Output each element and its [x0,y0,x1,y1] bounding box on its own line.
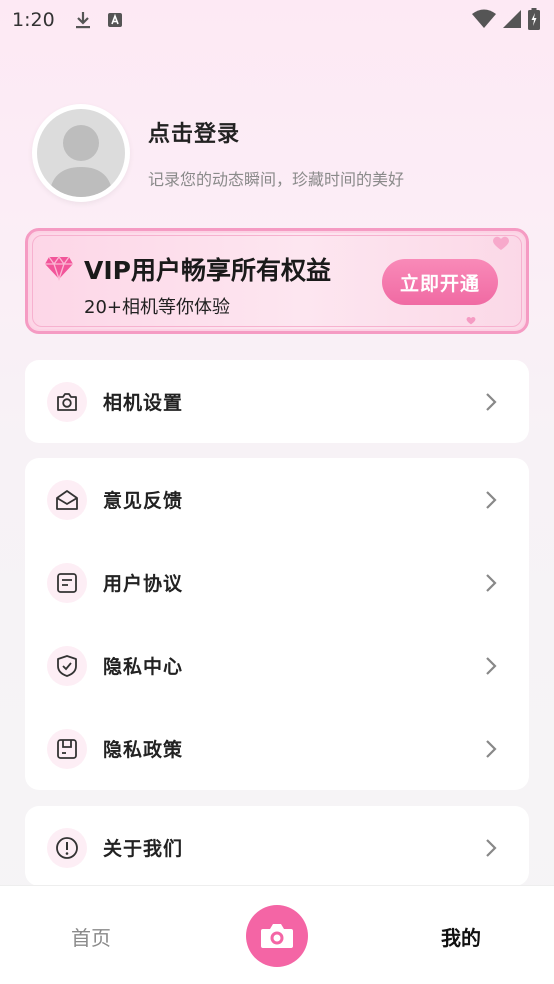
chevron-right-icon [486,839,497,857]
open-vip-button[interactable]: 立即开通 [382,259,498,305]
chevron-right-icon [486,491,497,509]
settings-card: 相机设置 [25,360,529,443]
envelope-open-icon [47,479,87,520]
status-time: 1:20 [12,9,55,31]
chevron-right-icon [486,574,497,592]
login-title[interactable]: 点击登录 [148,116,404,148]
menu-item-feedback[interactable]: 意见反馈 [25,458,529,541]
diamond-icon [45,255,73,281]
vip-title: VIP用户畅享所有权益 [84,256,331,285]
heart-decoration-icon [493,236,509,250]
bottom-tab-bar: 首页 我的 [0,885,554,984]
vip-banner[interactable]: VIP用户畅享所有权益 20+相机等你体验 立即开通 [25,228,529,334]
tab-home[interactable]: 首页 [71,922,111,951]
tab-mine[interactable]: 我的 [441,922,481,951]
heart-decoration-icon [466,317,476,325]
menu-item-label: 相机设置 [103,392,184,414]
menu-item-about-us[interactable]: 关于我们 [25,806,529,889]
menu-item-camera-settings[interactable]: 相机设置 [25,360,529,443]
about-card: 关于我们 [25,806,529,886]
menu-item-privacy-center[interactable]: 隐私中心 [25,624,529,707]
chevron-right-icon [486,657,497,675]
signal-icon [502,9,522,34]
document-icon [47,562,87,603]
menu-item-user-agreement[interactable]: 用户协议 [25,541,529,624]
vip-subtitle: 20+相机等你体验 [84,297,230,318]
menu-item-privacy-policy[interactable]: 隐私政策 [25,707,529,790]
wifi-icon [472,9,496,34]
menu-item-label: 隐私政策 [103,739,184,761]
menu-item-label: 隐私中心 [103,656,184,678]
download-icon [73,10,93,30]
policy-icon [47,728,87,769]
camera-icon [261,924,293,948]
chevron-right-icon [486,740,497,758]
status-bar: 1:20 [0,0,554,40]
camera-button[interactable] [246,905,308,967]
camera-icon [47,381,87,422]
a-notification-icon [105,10,125,30]
menu-item-label: 关于我们 [103,838,184,860]
login-subtitle: 记录您的动态瞬间，珍藏时间的美好 [148,170,405,189]
default-avatar-icon [49,125,113,197]
avatar[interactable] [32,104,130,202]
menu-item-label: 用户协议 [103,573,184,595]
shield-check-icon [47,645,87,686]
info-card: 意见反馈 用户协议 隐私中心 隐私政策 [25,458,529,790]
info-icon [47,827,87,868]
battery-icon [528,8,540,35]
menu-item-label: 意见反馈 [103,490,184,512]
profile-header[interactable]: 点击登录 记录您的动态瞬间，珍藏时间的美好 [32,104,404,202]
chevron-right-icon [486,393,497,411]
